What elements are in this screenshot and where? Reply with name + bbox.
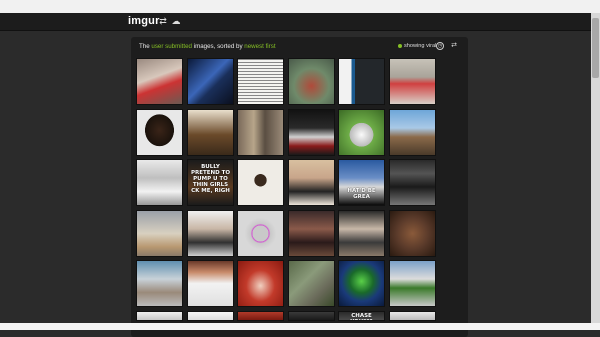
gallery-thumbnail[interactable] <box>237 159 284 206</box>
gallery-thumbnail[interactable] <box>338 260 385 307</box>
browser-top-strip <box>0 0 600 13</box>
gallery-thumbnail[interactable]: BULLY PRETEND TO PUMP U TO THIN GIRLS CK… <box>187 159 234 206</box>
gallery-thumbnail[interactable] <box>187 311 234 321</box>
cloud-upload-icon[interactable]: ☁ <box>171 15 181 27</box>
viral-status-dot <box>398 43 402 48</box>
caption-middle: images, sorted by <box>191 43 245 50</box>
user-submitted-link[interactable]: user submitted <box>151 43 192 50</box>
gallery-thumbnail[interactable] <box>288 210 335 257</box>
gallery-thumbnail[interactable] <box>288 58 335 105</box>
gallery-thumbnail[interactable] <box>338 58 385 105</box>
thumbnail-caption: CHASE YOU??? <box>350 313 373 320</box>
imgur-logo[interactable]: imgur <box>128 15 160 27</box>
gallery-thumbnail[interactable] <box>136 159 183 206</box>
gallery-thumbnail[interactable] <box>187 210 234 257</box>
gallery-thumbnail[interactable] <box>288 109 335 156</box>
gallery-thumbnail[interactable] <box>136 109 183 156</box>
gallery-thumbnail[interactable] <box>136 260 183 307</box>
site-header <box>0 13 600 31</box>
showing-viral-toggle[interactable]: showing viral <box>398 43 436 49</box>
viral-label: showing viral <box>404 43 437 49</box>
gallery-thumbnail[interactable] <box>288 311 335 321</box>
gallery-thumbnail[interactable] <box>389 109 436 156</box>
bottom-strip <box>0 323 600 330</box>
gallery-thumbnail[interactable] <box>389 311 436 321</box>
gallery-thumbnail[interactable] <box>187 109 234 156</box>
gallery-thumbnail[interactable] <box>338 109 385 156</box>
scrollbar-thumb[interactable] <box>592 18 599 78</box>
gallery-thumbnail[interactable]: HAT'D BE GREA <box>338 159 385 206</box>
thumbnail-caption: BULLY PRETEND TO PUMP U TO THIN GIRLS CK… <box>190 164 231 194</box>
gallery-thumbnail[interactable] <box>288 159 335 206</box>
gallery-thumbnail[interactable] <box>136 58 183 105</box>
gallery-thumbnail[interactable] <box>237 260 284 307</box>
gallery-thumbnail[interactable] <box>237 311 284 321</box>
gallery-caption: The user submitted images, sorted by new… <box>139 43 276 50</box>
gallery-thumbnail[interactable] <box>338 210 385 257</box>
shuffle-icon[interactable]: ⇄ <box>158 15 168 27</box>
gallery-thumbnail[interactable] <box>389 260 436 307</box>
caption-prefix: The <box>139 43 152 50</box>
gallery-thumbnail[interactable] <box>136 311 183 321</box>
shuffle-icon[interactable]: ⇄ <box>450 42 458 50</box>
gallery-thumbnail[interactable] <box>288 260 335 307</box>
gallery-thumbnail[interactable] <box>136 210 183 257</box>
gallery-thumbnail[interactable] <box>389 58 436 105</box>
newest-first-link[interactable]: newest first <box>244 43 275 50</box>
thumbnail-caption: HAT'D BE GREA <box>347 188 376 200</box>
gallery-thumbnail[interactable] <box>237 210 284 257</box>
gallery-thumbnail[interactable] <box>237 109 284 156</box>
gallery-thumbnail[interactable] <box>389 210 436 257</box>
gallery-thumbnail[interactable] <box>187 260 234 307</box>
gallery-thumbnail[interactable] <box>389 159 436 206</box>
gallery-thumbnail[interactable] <box>237 58 284 105</box>
gallery-thumbnail[interactable]: CHASE YOU??? <box>338 311 385 321</box>
gallery-thumbnail[interactable] <box>187 58 234 105</box>
image-grid: BULLY PRETEND TO PUMP U TO THIN GIRLS CK… <box>136 58 436 330</box>
clock-icon[interactable]: ◷ <box>436 42 444 50</box>
